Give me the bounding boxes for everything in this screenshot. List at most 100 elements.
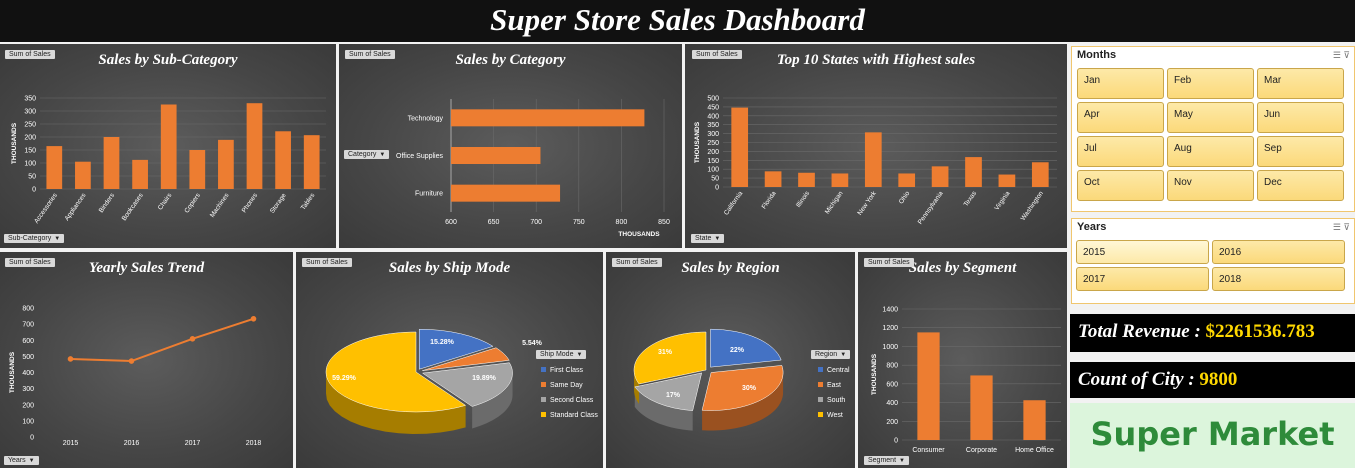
filter-dropdown-icon: ▼ bbox=[899, 458, 905, 464]
x-tick-label: Virginia bbox=[993, 190, 1011, 212]
years-slicer: Years ☰ ⊽ 2015 2016 2017 2018 bbox=[1071, 218, 1355, 304]
yearly-trend-panel: Yearly Sales Trend Sum of Sales 0 100 200 3… bbox=[0, 252, 293, 468]
subcategory-bar-chart: 0 50 100 150 200 250 300 350 THOUSANDS Accessorie… bbox=[11, 96, 326, 225]
state-filter-button[interactable]: State ▼ bbox=[691, 234, 725, 243]
slicer-item[interactable]: Mar bbox=[1257, 68, 1344, 99]
category-bar-chart: 600 650 700 750 800 850 THOUSANDS Technology Off… bbox=[396, 99, 670, 238]
kpi-value: $2261536.783 bbox=[1205, 321, 1315, 342]
y-axis-label: THOUSANDS bbox=[11, 122, 18, 164]
category-chart-panel: Sales by Category Sum of Sales 600 650 700… bbox=[339, 44, 682, 248]
y-tick-label: 50 bbox=[28, 174, 36, 181]
x-tick-label: Binders bbox=[98, 192, 117, 215]
data-label: 17% bbox=[666, 392, 681, 399]
x-tick-label: Phones bbox=[241, 192, 260, 215]
region-chart-panel: Sales by Region Sum of Sales 22% 30% 17% 31… bbox=[606, 252, 855, 468]
x-tick-label: Machines bbox=[209, 192, 231, 219]
x-tick-label: California bbox=[723, 190, 745, 217]
y-axis-label: THOUSANDS bbox=[9, 351, 16, 393]
x-tick-label: 700 bbox=[530, 219, 542, 226]
months-slicer: Months ☰ ⊽ Jan Feb Mar Apr May Jun Jul Aug Sep Oc… bbox=[1071, 46, 1355, 212]
data-label: 59.29% bbox=[332, 375, 357, 382]
legend-swatch bbox=[541, 382, 546, 387]
data-label: 30% bbox=[742, 385, 757, 392]
slicer-item[interactable]: 2018 bbox=[1212, 267, 1345, 291]
y-tick-label: 1200 bbox=[882, 325, 898, 332]
slicer-item[interactable]: Oct bbox=[1077, 170, 1164, 201]
x-tick-label: Storage bbox=[269, 192, 288, 215]
y-tick-label: 400 bbox=[22, 370, 34, 377]
segment-filter-button[interactable]: Segment ▼ bbox=[864, 456, 909, 465]
slicer-item[interactable]: Jan bbox=[1077, 68, 1164, 99]
x-tick-label: Bookcases bbox=[121, 192, 145, 223]
y-tick-label: Technology bbox=[408, 115, 444, 122]
x-tick-label: Michigan bbox=[824, 190, 845, 216]
states-chart-panel: Top 10 States with Highest sales Sum of … bbox=[685, 44, 1067, 248]
legend-label: West bbox=[827, 412, 843, 419]
filter-label: Segment bbox=[868, 457, 897, 464]
x-tick-label: Florida bbox=[761, 190, 778, 211]
filter-label: Ship Mode bbox=[540, 351, 574, 358]
x-tick-label: 2015 bbox=[63, 440, 79, 447]
x-tick-label: 2018 bbox=[246, 440, 262, 447]
filter-label: Region bbox=[815, 351, 838, 358]
y-tick-label: 100 bbox=[22, 418, 34, 425]
slicer-item[interactable]: Dec bbox=[1257, 170, 1344, 201]
slicer-item[interactable]: Sep bbox=[1257, 136, 1344, 167]
legend-swatch bbox=[541, 367, 546, 372]
bar bbox=[451, 109, 645, 127]
filter-dropdown-icon: ▼ bbox=[28, 458, 35, 464]
x-tick-label: 650 bbox=[488, 219, 500, 226]
slicer-item[interactable]: Jun bbox=[1257, 102, 1344, 133]
x-axis-label: THOUSANDS bbox=[618, 231, 660, 238]
years-filter-button[interactable]: Years ▼ bbox=[4, 456, 39, 465]
y-tick-label: 400 bbox=[707, 113, 719, 120]
bar bbox=[970, 375, 993, 440]
y-tick-label: 1000 bbox=[882, 344, 898, 351]
slicer-item[interactable]: Jul bbox=[1077, 136, 1164, 167]
shipmode-legend-filter[interactable]: Ship Mode ▼ bbox=[536, 350, 587, 359]
data-point bbox=[250, 316, 257, 322]
y-tick-label: 600 bbox=[886, 381, 898, 388]
subcategory-filter-button[interactable]: Sub-Category ▼ bbox=[4, 234, 65, 243]
legend-label: Central bbox=[827, 367, 850, 374]
data-point bbox=[128, 358, 135, 364]
yearly-line-chart: 0 100 200 300 400 500 600 700 800 THOUSANDS 2015 20… bbox=[9, 306, 262, 448]
slicer-item[interactable]: Apr bbox=[1077, 102, 1164, 133]
y-tick-label: 800 bbox=[886, 363, 898, 370]
slicer-item[interactable]: Aug bbox=[1167, 136, 1254, 167]
dashboard-header: Super Store Sales Dashboard bbox=[0, 0, 1355, 42]
y-tick-label: 0 bbox=[715, 185, 719, 192]
legend-label: Standard Class bbox=[550, 412, 598, 419]
x-tick-label: Chairs bbox=[157, 192, 174, 212]
category-filter-button[interactable]: Category ▼ bbox=[344, 150, 390, 159]
data-label: 31% bbox=[658, 349, 673, 356]
bar bbox=[189, 150, 206, 189]
x-tick-label: 750 bbox=[573, 219, 585, 226]
multi-select-icon[interactable]: ☰ bbox=[1333, 222, 1341, 232]
clear-filter-icon[interactable]: ⊽ bbox=[1343, 50, 1350, 60]
bar bbox=[275, 131, 291, 189]
slicer-item[interactable]: Nov bbox=[1167, 170, 1254, 201]
slicer-title: Years bbox=[1077, 221, 1107, 233]
kpi-label: Total Revenue : bbox=[1078, 321, 1206, 342]
bar bbox=[965, 157, 982, 187]
kpi-value: 9800 bbox=[1199, 369, 1238, 390]
slicer-item[interactable]: 2017 bbox=[1076, 267, 1209, 291]
bar bbox=[246, 103, 263, 189]
legend-swatch bbox=[541, 397, 546, 402]
slicer-item[interactable]: May bbox=[1167, 102, 1254, 133]
x-tick-label: Texas bbox=[963, 190, 979, 209]
slicer-title: Months bbox=[1077, 49, 1117, 61]
slicer-item[interactable]: Feb bbox=[1167, 68, 1254, 99]
multi-select-icon[interactable]: ☰ bbox=[1333, 50, 1341, 60]
legend-label: Second Class bbox=[550, 397, 594, 404]
clear-filter-icon[interactable]: ⊽ bbox=[1343, 222, 1350, 232]
region-legend-filter[interactable]: Region ▼ bbox=[811, 350, 851, 359]
data-point bbox=[189, 335, 196, 342]
data-label: 19.89% bbox=[472, 375, 497, 382]
y-tick-label: 450 bbox=[707, 104, 719, 111]
slicer-item[interactable]: 2016 bbox=[1212, 240, 1345, 264]
legend-label: South bbox=[827, 397, 845, 404]
slicer-controls: ☰ ⊽ bbox=[1333, 222, 1350, 233]
slicer-item[interactable]: 2015 bbox=[1076, 240, 1209, 264]
